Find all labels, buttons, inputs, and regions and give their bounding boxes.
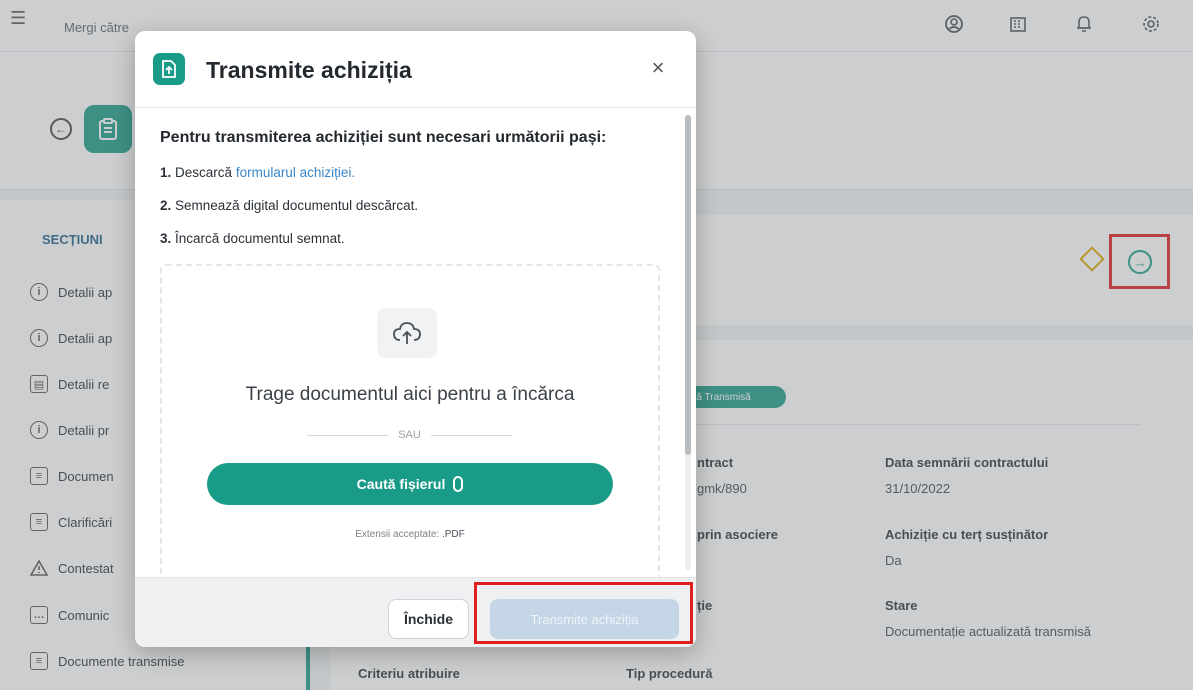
- accepted-extensions: Extensii acceptate: .PDF: [355, 529, 465, 540]
- highlight-box-submit-button: [474, 582, 693, 644]
- close-button[interactable]: Închide: [388, 599, 469, 639]
- dialog-scrollbar[interactable]: [685, 115, 691, 570]
- dropzone-text: Trage documentul aici pentru a încărca: [245, 384, 575, 405]
- dialog-body: Pentru transmiterea achiziției sunt nece…: [135, 109, 696, 584]
- cloud-upload-icon: [377, 308, 437, 358]
- dialog-title: Transmite achiziția: [206, 57, 412, 83]
- dialog-intro: Pentru transmiterea achiziției sunt nece…: [160, 129, 607, 146]
- step-3: 3. Încarcă documentul semnat.: [160, 231, 345, 246]
- submit-procurement-dialog: Transmite achiziția × Pentru transmitere…: [135, 31, 696, 647]
- or-separator: SAU: [307, 426, 512, 444]
- paperclip-icon: [453, 476, 464, 492]
- step-2: 2. Semnează digital documentul descărcat…: [160, 198, 419, 213]
- close-icon[interactable]: ×: [647, 57, 669, 79]
- browse-file-button[interactable]: Caută fișierul: [207, 463, 613, 505]
- download-form-link[interactable]: formularul achiziției.: [236, 165, 355, 180]
- upload-document-icon: [153, 53, 185, 85]
- dialog-header: Transmite achiziția ×: [135, 31, 696, 108]
- file-dropzone[interactable]: Trage documentul aici pentru a încărca S…: [160, 264, 660, 584]
- scrollbar-thumb[interactable]: [685, 115, 691, 455]
- step-1: 1. Descarcă formularul achiziției.: [160, 165, 356, 180]
